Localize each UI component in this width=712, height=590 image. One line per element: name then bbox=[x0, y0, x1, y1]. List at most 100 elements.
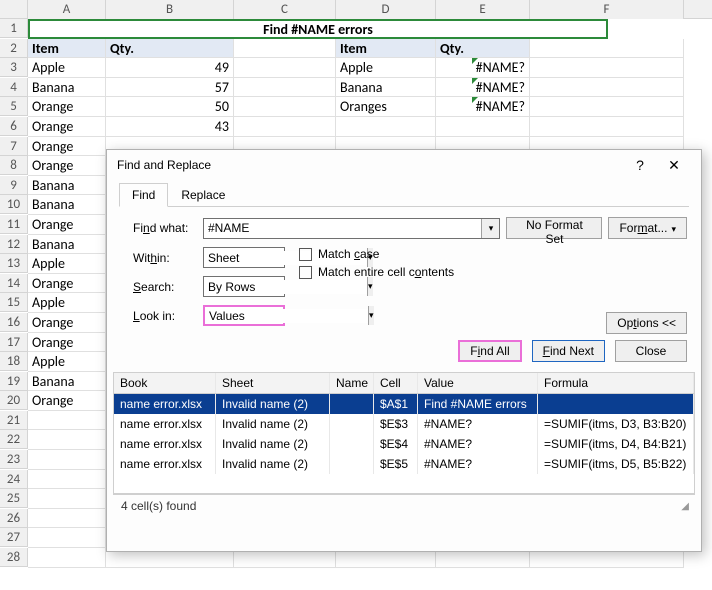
row-header[interactable]: 13 bbox=[0, 254, 28, 273]
col-header[interactable]: A bbox=[28, 0, 106, 19]
cell[interactable]: Orange bbox=[28, 97, 106, 117]
format-button[interactable]: Format...▾ bbox=[608, 217, 687, 239]
cell[interactable]: Orange bbox=[28, 137, 106, 157]
row-header[interactable]: 27 bbox=[0, 528, 28, 547]
col-value[interactable]: Value bbox=[418, 373, 538, 393]
row-header[interactable]: 8 bbox=[0, 156, 28, 175]
cell[interactable]: Item bbox=[28, 39, 106, 59]
find-what-field[interactable] bbox=[204, 221, 481, 235]
row-header[interactable]: 16 bbox=[0, 313, 28, 332]
row-header[interactable]: 28 bbox=[0, 548, 28, 567]
cell[interactable]: Orange bbox=[28, 156, 106, 176]
row-header[interactable]: 5 bbox=[0, 97, 28, 116]
cell[interactable] bbox=[28, 411, 106, 431]
cell[interactable]: Banana bbox=[336, 78, 436, 98]
result-row[interactable]: name error.xlsxInvalid name (2)$A$1Find … bbox=[114, 394, 694, 414]
col-header[interactable]: F bbox=[530, 0, 684, 19]
cell[interactable] bbox=[28, 430, 106, 450]
cell[interactable] bbox=[28, 470, 106, 490]
cell[interactable]: Banana bbox=[28, 235, 106, 255]
cell[interactable]: Orange bbox=[28, 215, 106, 235]
cell[interactable]: #NAME? bbox=[436, 78, 530, 98]
cell[interactable] bbox=[28, 528, 106, 548]
col-header[interactable]: D bbox=[336, 0, 436, 19]
cell[interactable]: Apple bbox=[336, 58, 436, 78]
row-header[interactable]: 23 bbox=[0, 450, 28, 469]
tab-find[interactable]: Find bbox=[119, 183, 168, 207]
resize-grip-icon[interactable]: ◢ bbox=[681, 501, 687, 512]
row-header[interactable]: 19 bbox=[0, 372, 28, 391]
find-next-button[interactable]: Find Next bbox=[532, 340, 605, 362]
cell[interactable]: 50 bbox=[106, 97, 234, 117]
row-header[interactable]: 4 bbox=[0, 78, 28, 97]
cell[interactable] bbox=[530, 97, 684, 117]
cell[interactable] bbox=[28, 489, 106, 509]
row-header[interactable]: 2 bbox=[0, 39, 28, 58]
col-header[interactable]: E bbox=[436, 0, 530, 19]
options-button[interactable]: Options << bbox=[606, 312, 687, 334]
help-icon[interactable]: ? bbox=[623, 157, 657, 173]
row-header[interactable]: 11 bbox=[0, 215, 28, 234]
row-header[interactable]: 20 bbox=[0, 391, 28, 410]
row-header[interactable]: 12 bbox=[0, 235, 28, 254]
find-what-input[interactable]: ▾ bbox=[203, 218, 500, 239]
no-format-button[interactable]: No Format Set bbox=[506, 217, 602, 239]
result-row[interactable]: name error.xlsxInvalid name (2)$E$5#NAME… bbox=[114, 454, 694, 474]
find-all-button[interactable]: Find All bbox=[458, 340, 521, 362]
cell[interactable]: Apple bbox=[28, 293, 106, 313]
cell[interactable]: Banana bbox=[28, 372, 106, 392]
cell[interactable]: 49 bbox=[106, 58, 234, 78]
col-header[interactable]: B bbox=[106, 0, 234, 19]
cell[interactable]: Item bbox=[336, 39, 436, 59]
col-sheet[interactable]: Sheet bbox=[216, 373, 330, 393]
close-button[interactable]: Close bbox=[615, 340, 687, 362]
close-icon[interactable]: ✕ bbox=[657, 157, 691, 174]
checkbox-icon[interactable] bbox=[299, 266, 312, 279]
col-name[interactable]: Name bbox=[330, 373, 374, 393]
row-header[interactable]: 7 bbox=[0, 137, 28, 156]
within-select[interactable]: ▾ bbox=[203, 247, 285, 268]
cell[interactable]: 43 bbox=[106, 117, 234, 137]
row-header[interactable]: 6 bbox=[0, 117, 28, 136]
row-header[interactable]: 15 bbox=[0, 293, 28, 312]
row-header[interactable]: 17 bbox=[0, 333, 28, 352]
row-header[interactable]: 1 bbox=[0, 19, 28, 38]
result-row[interactable]: name error.xlsxInvalid name (2)$E$4#NAME… bbox=[114, 434, 694, 454]
cell[interactable] bbox=[234, 58, 336, 78]
col-formula[interactable]: Formula bbox=[538, 373, 694, 393]
row-header[interactable]: 18 bbox=[0, 352, 28, 371]
cell[interactable]: Orange bbox=[28, 117, 106, 137]
cell[interactable]: Orange bbox=[28, 333, 106, 353]
col-book[interactable]: Book bbox=[114, 373, 216, 393]
cell[interactable]: Apple bbox=[28, 352, 106, 372]
cell[interactable]: #NAME? bbox=[436, 58, 530, 78]
cell[interactable] bbox=[436, 117, 530, 137]
results-list[interactable]: Book Sheet Name Cell Value Formula name … bbox=[113, 372, 695, 494]
cell[interactable] bbox=[28, 509, 106, 529]
cell[interactable] bbox=[530, 39, 684, 59]
cell[interactable]: #NAME? bbox=[436, 97, 530, 117]
lookin-select[interactable]: ▾ bbox=[203, 305, 285, 326]
cell[interactable]: Qty. bbox=[436, 39, 530, 59]
cell[interactable] bbox=[336, 117, 436, 137]
chevron-down-icon[interactable]: ▾ bbox=[481, 219, 499, 238]
cell[interactable]: Orange bbox=[28, 274, 106, 294]
cell[interactable] bbox=[234, 78, 336, 98]
cell[interactable] bbox=[530, 58, 684, 78]
cell[interactable]: 57 bbox=[106, 78, 234, 98]
cell[interactable]: Banana bbox=[28, 195, 106, 215]
cell[interactable] bbox=[234, 97, 336, 117]
cell[interactable] bbox=[530, 117, 684, 137]
row-header[interactable]: 10 bbox=[0, 195, 28, 214]
cell[interactable]: Orange bbox=[28, 313, 106, 333]
checkbox-icon[interactable] bbox=[299, 248, 312, 261]
search-select[interactable]: ▾ bbox=[203, 276, 285, 297]
cell[interactable]: Apple bbox=[28, 58, 106, 78]
cell[interactable] bbox=[28, 548, 106, 568]
cell[interactable]: Banana bbox=[28, 176, 106, 196]
tab-replace[interactable]: Replace bbox=[168, 183, 238, 207]
row-header[interactable]: 22 bbox=[0, 430, 28, 449]
cell[interactable]: Qty. bbox=[106, 39, 234, 59]
col-cell[interactable]: Cell bbox=[374, 373, 418, 393]
col-header[interactable]: C bbox=[234, 0, 336, 19]
